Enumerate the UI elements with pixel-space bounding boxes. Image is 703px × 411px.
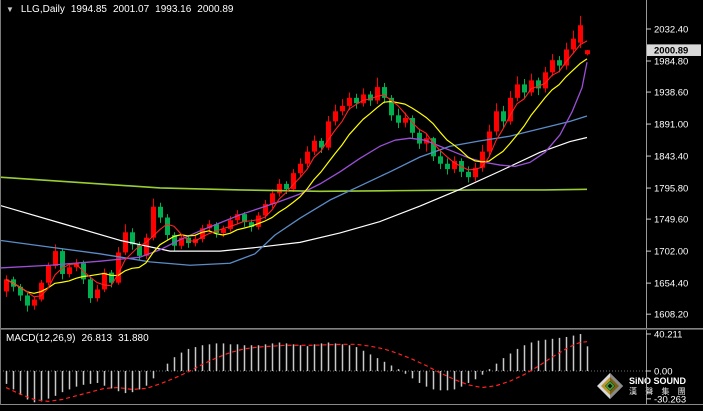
- window-bottom-border: [0, 404, 703, 405]
- low-value: 1993.16: [155, 4, 191, 15]
- macd-tick-label: 0.00: [654, 367, 673, 378]
- symbol-period-label: LLG,Daily: [21, 4, 65, 15]
- price-tick-label: 1749.60: [654, 215, 688, 226]
- macd-main-value: 26.813: [81, 333, 112, 344]
- mt4-chart-window: ▼ LLG,Daily 1994.85 2001.07 1993.16 2000…: [0, 0, 703, 411]
- price-tick-label: 1938.60: [654, 88, 688, 99]
- window-left-border: [0, 0, 1, 405]
- close-value: 2000.89: [197, 4, 233, 15]
- macd-histogram-layer: [7, 334, 588, 402]
- chart-ohlc-header: ▼ LLG,Daily 1994.85 2001.07 1993.16 2000…: [6, 4, 233, 15]
- ma-yellow-line: [6, 59, 587, 293]
- price-tick-label: 1795.80: [654, 184, 688, 195]
- macd-tick-label: 40.211: [654, 330, 682, 341]
- macd-params-label: MACD(12,26,9): [6, 333, 75, 344]
- macd-indicator-label: MACD(12,26,9) 26.813 31.880: [6, 333, 149, 344]
- price-tick-label: 1654.40: [654, 279, 688, 290]
- price-tick-label: 1891.00: [654, 120, 688, 131]
- price-tick-label: 1843.40: [654, 152, 688, 163]
- ma-red-line: [6, 41, 587, 297]
- price-tick-label: 1984.80: [654, 57, 688, 68]
- macd-signal-line: [6, 342, 587, 402]
- ma-purple-line: [0, 62, 587, 268]
- price-chart-canvas[interactable]: 2032.40 1984.80 1938.60 1891.00 1843.40 1795.…: [0, 0, 703, 330]
- price-tick-label: 1608.20: [654, 310, 688, 321]
- panel-divider[interactable]: [0, 328, 703, 330]
- open-value: 1994.85: [71, 4, 107, 15]
- macd-signal-value: 31.880: [118, 333, 149, 344]
- price-tick-label: 1702.00: [654, 247, 688, 258]
- price-tick-label: 2032.40: [654, 25, 688, 36]
- chart-menu-triangle-icon[interactable]: ▼: [6, 5, 14, 14]
- high-value: 2001.07: [113, 4, 149, 15]
- current-price-tag-value: 2000.89: [654, 46, 688, 57]
- candles-layer: [4, 16, 590, 312]
